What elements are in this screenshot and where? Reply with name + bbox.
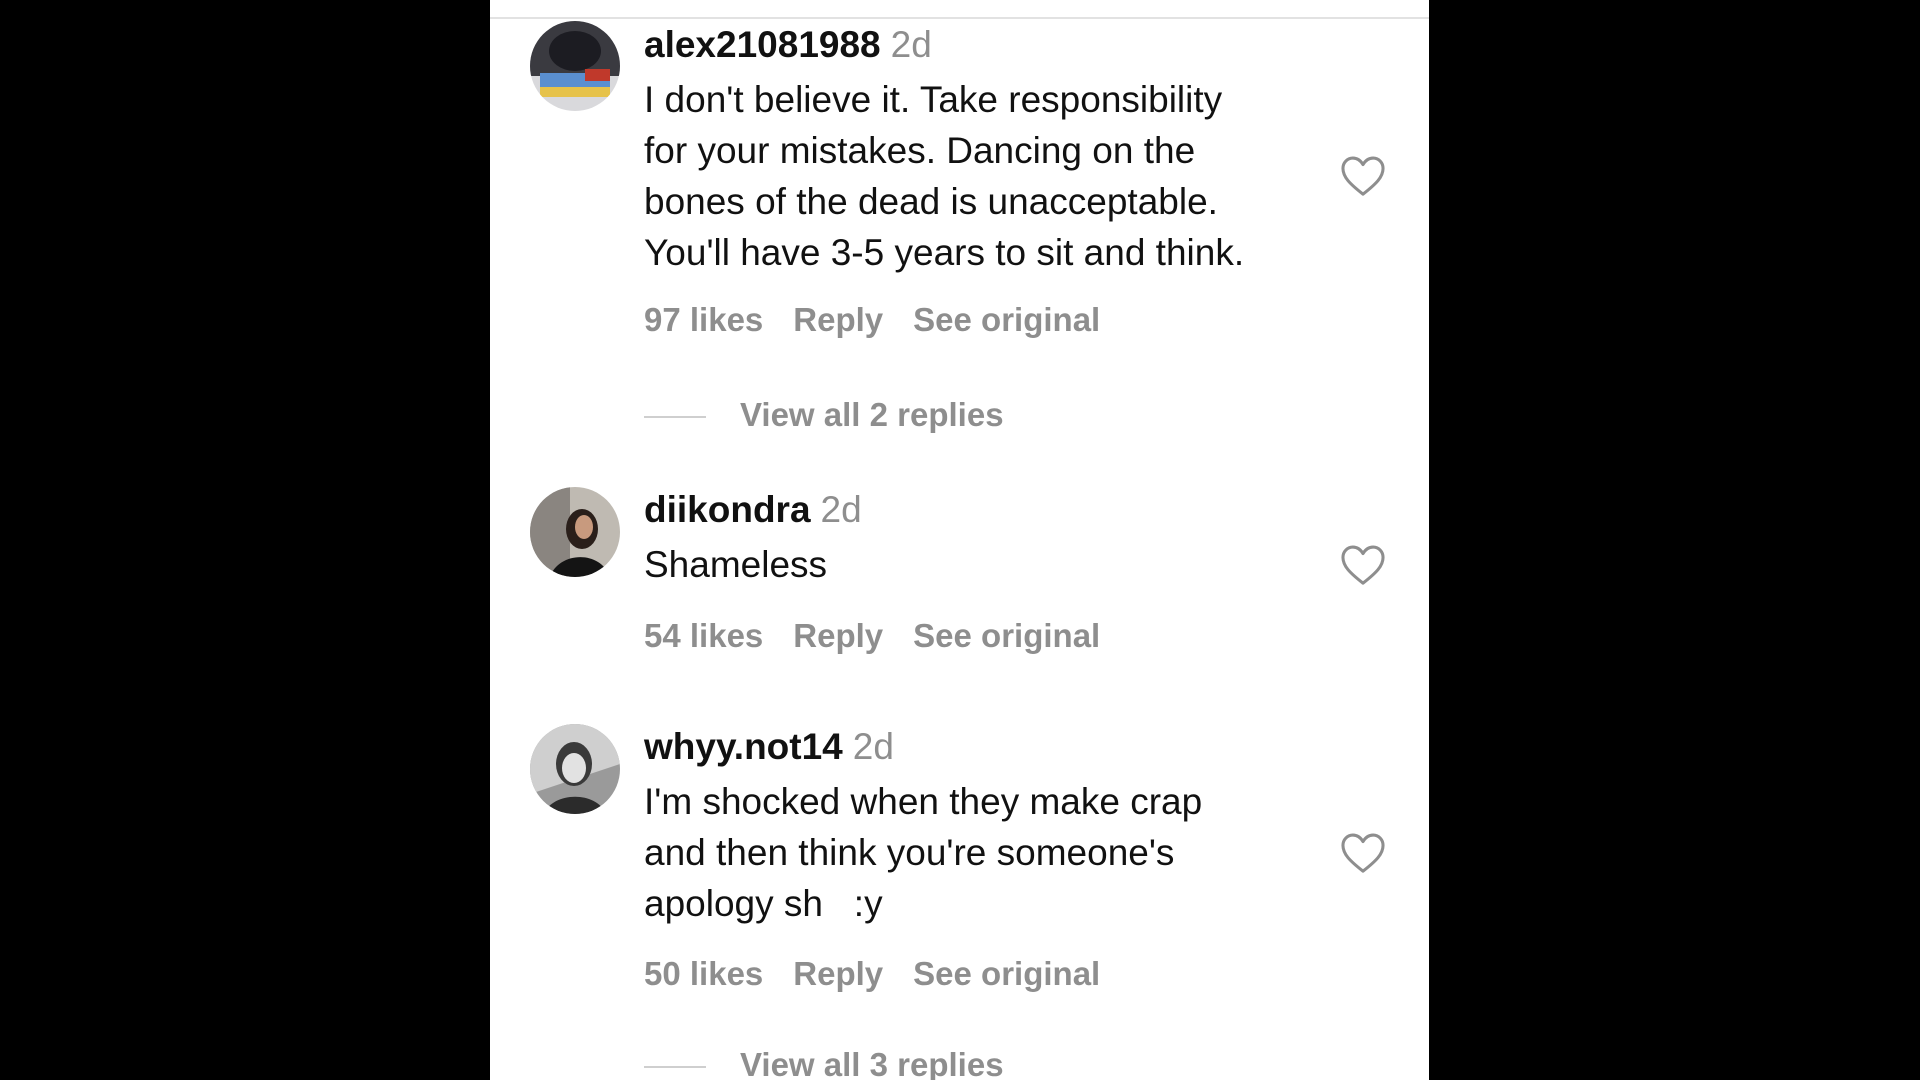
comment-text: Shameless	[644, 539, 1344, 590]
view-replies-label: View all 3 replies	[740, 1046, 1004, 1080]
comment-line: and then think you're someone's	[644, 832, 1175, 873]
comment-actions: 50 likes Reply See original	[644, 955, 1130, 993]
avatar-image	[530, 21, 620, 111]
avatar[interactable]	[530, 21, 620, 111]
reply-button[interactable]: Reply	[793, 617, 883, 654]
comment-line: apology sh :y	[644, 883, 883, 924]
comment-header: diikondra 2d	[644, 489, 1344, 531]
heart-outline-icon[interactable]	[1340, 544, 1386, 586]
timestamp: 2d	[890, 24, 932, 65]
likes-count[interactable]: 54 likes	[644, 617, 763, 654]
see-original-button[interactable]: See original	[913, 301, 1100, 338]
top-divider	[490, 17, 1429, 19]
comment-header: alex21081988 2d	[644, 24, 1344, 66]
timestamp: 2d	[820, 489, 862, 530]
comment-header: whyy.not14 2d	[644, 726, 1344, 768]
username[interactable]: alex21081988	[644, 24, 881, 65]
comment-line: I'm shocked when they make crap	[644, 781, 1203, 822]
reply-button[interactable]: Reply	[793, 301, 883, 338]
comment-line: I don't believe it. Take responsibility	[644, 79, 1223, 120]
avatar-image	[530, 724, 620, 814]
avatar-image	[530, 487, 620, 577]
username[interactable]: diikondra	[644, 489, 811, 530]
avatar[interactable]	[530, 724, 620, 814]
comment-body: alex21081988 2d I don't believe it. Take …	[644, 24, 1344, 278]
replies-divider	[644, 416, 706, 419]
comment-body: whyy.not14 2d I'm shocked when they make …	[644, 726, 1344, 929]
comment-body: diikondra 2d Shameless	[644, 489, 1344, 590]
heart-outline-icon[interactable]	[1340, 832, 1386, 874]
view-replies-button[interactable]: View all 2 replies	[644, 396, 1004, 434]
view-replies-button[interactable]: View all 3 replies	[644, 1046, 1004, 1080]
comments-panel: alex21081988 2d I don't believe it. Take …	[490, 0, 1429, 1080]
comment-line: for your mistakes. Dancing on the	[644, 130, 1196, 171]
username[interactable]: whyy.not14	[644, 726, 843, 767]
avatar[interactable]	[530, 487, 620, 577]
likes-count[interactable]: 50 likes	[644, 955, 763, 992]
see-original-button[interactable]: See original	[913, 617, 1100, 654]
see-original-button[interactable]: See original	[913, 955, 1100, 992]
comment-line: bones of the dead is unacceptable.	[644, 181, 1218, 222]
comment-text: I'm shocked when they make crap and then…	[644, 776, 1344, 929]
comment-line: Shameless	[644, 544, 828, 585]
reply-button[interactable]: Reply	[793, 955, 883, 992]
timestamp: 2d	[852, 726, 894, 767]
view-replies-label: View all 2 replies	[740, 396, 1004, 433]
comment-line: You'll have 3-5 years to sit and think.	[644, 232, 1245, 273]
replies-divider	[644, 1066, 706, 1069]
comment-text: I don't believe it. Take responsibility …	[644, 74, 1344, 278]
heart-outline-icon[interactable]	[1340, 155, 1386, 197]
comment-actions: 54 likes Reply See original	[644, 617, 1130, 655]
comment-actions: 97 likes Reply See original	[644, 301, 1130, 339]
likes-count[interactable]: 97 likes	[644, 301, 763, 338]
